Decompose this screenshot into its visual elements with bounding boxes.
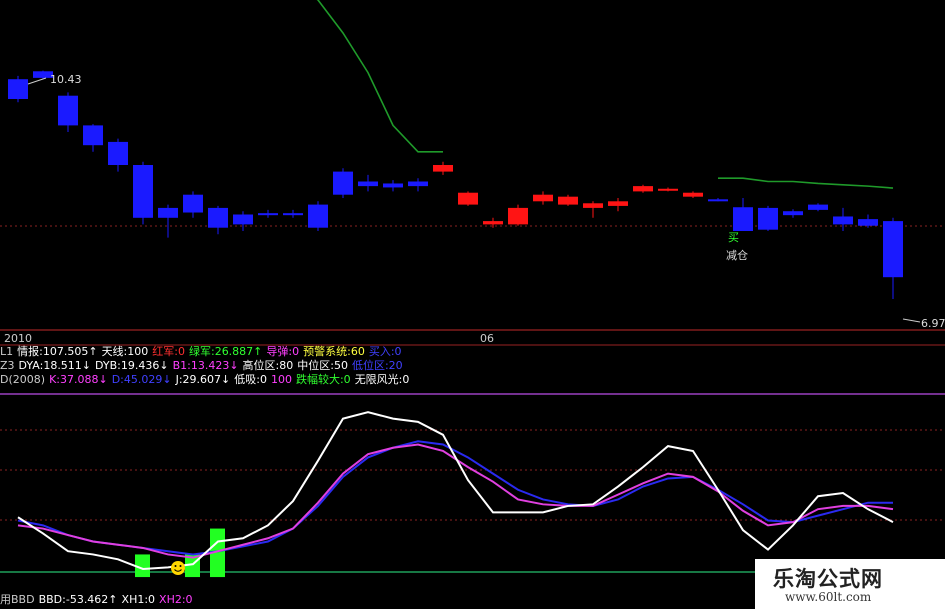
indicator-row-1-item: 绿军:26.887↑ <box>188 345 263 358</box>
low-label: 6.97 <box>921 317 945 330</box>
indicator-row-1: L1 情报:107.505↑ 天线:100 红军:0 绿军:26.887↑ 导弹:0 预警系… <box>0 345 406 359</box>
low-leader <box>902 318 921 323</box>
indicator-row-2-item: DYB:19.436↓ <box>95 359 169 372</box>
candle-body <box>508 207 528 225</box>
candle-body <box>258 213 278 216</box>
watermark-url: www.60lt.com <box>785 590 872 604</box>
candle-body <box>658 188 678 191</box>
candle-body <box>533 194 553 202</box>
candle-body <box>183 194 203 213</box>
candle-body <box>83 125 103 146</box>
price-panel: 10.43 6.97 买 减仓 <box>0 0 945 331</box>
candle-body <box>133 165 153 218</box>
candle-body <box>558 196 578 205</box>
candle-body <box>858 219 878 226</box>
candle-body <box>808 204 828 210</box>
indicator-row-1-item: L1 <box>0 345 14 358</box>
candles <box>8 70 903 299</box>
candle-body <box>233 214 253 225</box>
candle-body <box>583 203 603 208</box>
indicator-row-3-item: 低吸:0 <box>234 373 267 386</box>
indicator-row-1-item: 情报:107.505↑ <box>17 345 98 358</box>
indicator-row-2-item: 低位区:20 <box>351 359 403 372</box>
indicator-row-2-item: Z3 <box>0 359 15 372</box>
candle-body <box>683 192 703 197</box>
candle-body <box>333 171 353 195</box>
indicator-row-3: D(2008) K:37.088↓ D:45.029↓ J:29.607↓ 低吸:0 10… <box>0 373 413 387</box>
indicator-row-1-item: 买入:0 <box>368 345 402 358</box>
bbd-row-item: XH1:0 <box>121 593 156 606</box>
time-label-06: 06 <box>480 332 494 345</box>
indicator-grid <box>0 429 945 521</box>
candle-body <box>358 181 378 187</box>
bbd-row: 用BBD BBD:-53.462↑ XH1:0 XH2:0 <box>0 593 197 607</box>
candle-body <box>733 207 753 231</box>
candle-body <box>458 192 478 205</box>
candle-body <box>783 211 803 216</box>
candle-body <box>283 213 303 216</box>
buy-sign: 买 <box>728 231 739 244</box>
candle-body <box>608 201 628 206</box>
candle-body <box>408 181 428 187</box>
candle-body <box>158 207 178 218</box>
candle-body <box>708 199 728 202</box>
indicator-panel <box>0 393 945 578</box>
k-line <box>17 411 894 570</box>
bbd-row-item: BBD:-53.462↑ <box>38 593 118 606</box>
candle-body <box>108 141 128 165</box>
candle-body <box>383 183 403 188</box>
indicator-row-3-item: J:29.607↓ <box>175 373 231 386</box>
candle-body <box>8 79 28 99</box>
indicator-row-3-item: 无限风光:0 <box>354 373 410 386</box>
chart-stage: 10.43 6.97 买 减仓 2010 06 <box>0 0 945 578</box>
bbd-row-item: 用BBD <box>0 593 35 606</box>
bbd-row-item: XH2:0 <box>159 593 193 606</box>
smiley-icon <box>171 561 185 575</box>
tianxian-line-tail <box>718 177 894 189</box>
candle-body <box>308 204 328 228</box>
indicator-row-3-item: D(2008) <box>0 373 46 386</box>
indicator-row-3-item: 跌幅较大:0 <box>295 373 351 386</box>
candle-body <box>58 95 78 126</box>
indicator-row-2-item: 中位区:50 <box>297 359 348 372</box>
indicator-row-2: Z3 DYA:18.511↓ DYB:19.436↓ B1:13.423↓ 高位区:80… <box>0 359 407 373</box>
tianxian-line <box>316 0 443 153</box>
candle-body <box>483 221 503 225</box>
candle-body <box>208 207 228 228</box>
indicator-row-3-item: D:45.029↓ <box>111 373 172 386</box>
price-grid <box>0 225 945 331</box>
indicator-row-1-item: 红军:0 <box>152 345 185 358</box>
time-label-2010: 2010 <box>4 332 32 345</box>
indicator-row-3-item: K:37.088↓ <box>49 373 108 386</box>
indicator-row-2-item: DYA:18.511↓ <box>18 359 92 372</box>
candle-body <box>758 207 778 230</box>
candle-body <box>633 186 653 192</box>
watermark: 乐淘公式网 www.60lt.com <box>755 559 945 609</box>
sell-sign: 减仓 <box>726 248 748 262</box>
indicator-row-1-item: 天线:100 <box>101 345 149 358</box>
candle-body <box>433 165 453 172</box>
high-label: 10.43 <box>50 73 82 86</box>
d-line <box>17 443 894 559</box>
watermark-title: 乐淘公式网 <box>773 567 883 591</box>
indicator-row-2-item: B1:13.423↓ <box>172 359 239 372</box>
indicator-row-1-item: 导弹:0 <box>266 345 300 358</box>
high-leader <box>27 77 47 85</box>
indicator-row-1-item: 预警系统:60 <box>303 345 365 358</box>
time-axis: 2010 06 <box>0 329 945 346</box>
indicator-row-2-item: 高位区:80 <box>242 359 294 372</box>
candle-body <box>833 216 853 225</box>
candle-body <box>883 221 903 278</box>
indicator-row-3-item: 100 <box>270 373 292 386</box>
